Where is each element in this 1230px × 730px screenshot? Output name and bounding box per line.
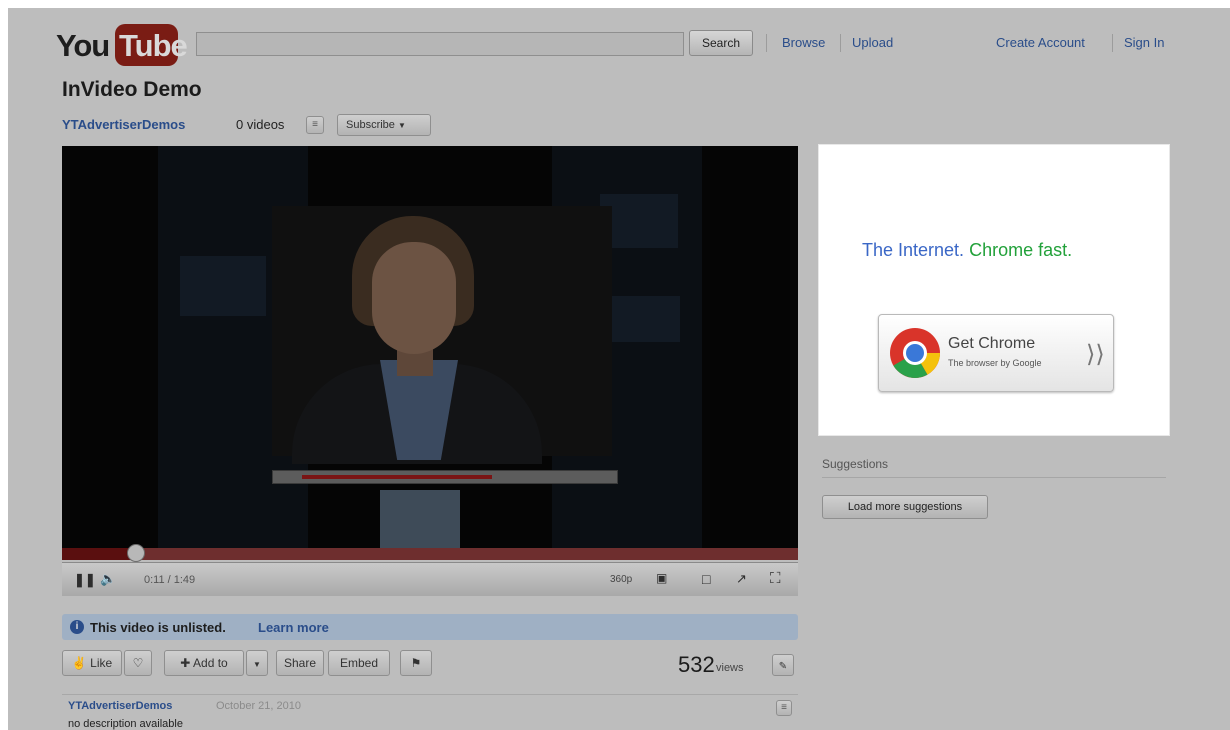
captions-icon[interactable]: ▣ xyxy=(656,571,667,585)
channel-expand-button[interactable]: ≡ xyxy=(306,116,324,134)
quality-selector[interactable]: 360p xyxy=(610,574,632,585)
dropdown-arrow-icon: ▼ xyxy=(397,121,406,130)
header-divider xyxy=(1112,34,1113,52)
thumbs-down-icon: ♡ xyxy=(132,656,144,670)
add-to-dropdown[interactable]: ▼ xyxy=(246,650,268,676)
subscribe-label: Subscribe xyxy=(346,119,395,131)
popout-icon[interactable]: □ xyxy=(702,571,710,587)
dropdown-arrow-icon: ▼ xyxy=(253,660,261,669)
embedded-progress-bar xyxy=(302,475,492,479)
description-channel-link[interactable]: YTAdvertiserDemos xyxy=(68,700,172,712)
pause-icon[interactable]: ❚❚ xyxy=(74,572,96,588)
get-chrome-subtitle: The browser by Google xyxy=(948,358,1042,368)
ad-headline-part2: Chrome fast. xyxy=(969,240,1073,260)
search-input[interactable] xyxy=(196,32,684,56)
sign-in-link[interactable]: Sign In xyxy=(1124,35,1164,50)
stats-button[interactable]: ✎ xyxy=(772,654,794,676)
logo-you-text: You xyxy=(56,28,110,63)
chrome-advertisement[interactable] xyxy=(818,144,1170,436)
subscribe-button[interactable]: Subscribe ▼ xyxy=(337,114,431,136)
description-expand-button[interactable]: ≡ xyxy=(776,700,792,716)
double-chevron-right-icon: ⟩⟩ xyxy=(1086,341,1105,368)
unlisted-text: This video is unlisted. xyxy=(90,620,226,635)
flag-button[interactable]: ⚑ xyxy=(400,650,432,676)
chrome-logo-icon xyxy=(890,328,940,378)
chevron-down-icon: ≡ xyxy=(312,119,318,130)
ad-headline: The Internet. Chrome fast. xyxy=(862,240,1072,261)
suggestions-heading: Suggestions xyxy=(822,457,889,471)
upload-link[interactable]: Upload xyxy=(852,35,893,50)
stats-icon: ✎ xyxy=(778,661,788,672)
fullscreen-icon[interactable]: ⛶ xyxy=(770,570,781,587)
view-count-number: 532 xyxy=(678,652,715,677)
youtube-logo[interactable]: You Tube xyxy=(56,24,188,68)
person-face xyxy=(372,242,456,354)
browse-link[interactable]: Browse xyxy=(782,35,825,50)
progress-scrubber[interactable] xyxy=(127,544,145,562)
learn-more-link[interactable]: Learn more xyxy=(258,620,329,635)
add-to-button[interactable]: ✚ Add to xyxy=(164,650,244,676)
chrome-logo-center xyxy=(906,344,924,362)
progress-loaded xyxy=(62,548,798,560)
share-button[interactable]: Share xyxy=(276,650,324,676)
like-button[interactable]: ✌ Like xyxy=(62,650,122,676)
search-button[interactable]: Search xyxy=(689,30,753,56)
suggestions-divider xyxy=(822,477,1166,478)
channel-link[interactable]: YTAdvertiserDemos xyxy=(62,117,185,132)
video-thumbnail xyxy=(380,490,460,548)
video-count: 0 videos xyxy=(236,117,285,132)
volume-icon[interactable]: 🔈 xyxy=(100,571,116,587)
ad-headline-part1: The Internet. xyxy=(862,240,965,260)
get-chrome-title: Get Chrome xyxy=(948,335,1036,352)
embed-button[interactable]: Embed xyxy=(328,650,390,676)
view-count-label: views xyxy=(716,662,744,674)
video-background-panel xyxy=(610,296,680,342)
video-title: InVideo Demo xyxy=(62,78,202,101)
plus-icon: ✚ xyxy=(180,656,191,670)
info-icon: i xyxy=(70,620,84,634)
chevron-down-icon: ≡ xyxy=(781,702,787,713)
progress-played xyxy=(62,548,136,560)
load-more-suggestions-button[interactable]: Load more suggestions xyxy=(822,495,988,519)
description-divider xyxy=(62,694,798,695)
player-controls: ❚❚ 🔈 0:11 / 1:49 360p ▣ □ ↗ ⛶ xyxy=(62,562,798,596)
header-divider xyxy=(840,34,841,52)
expand-icon[interactable]: ↗ xyxy=(736,571,747,587)
time-display: 0:11 / 1:49 xyxy=(144,574,196,586)
logo-tube-text: Tube xyxy=(119,28,188,63)
youtube-watch-page: You Tube Search Browse Upload Create Acc… xyxy=(8,8,1230,730)
video-background-panel xyxy=(180,256,266,316)
add-to-label: Add to xyxy=(193,656,228,670)
flag-icon: ⚑ xyxy=(410,656,422,670)
create-account-link[interactable]: Create Account xyxy=(996,35,1085,50)
header-divider xyxy=(766,34,767,52)
upload-date: October 21, 2010 xyxy=(216,700,302,712)
like-label: Like xyxy=(90,656,113,670)
video-player[interactable] xyxy=(62,146,798,548)
thumbs-up-icon: ✌ xyxy=(71,656,87,670)
description-text: no description available xyxy=(68,718,183,730)
dislike-button[interactable]: ♡ xyxy=(124,650,152,676)
